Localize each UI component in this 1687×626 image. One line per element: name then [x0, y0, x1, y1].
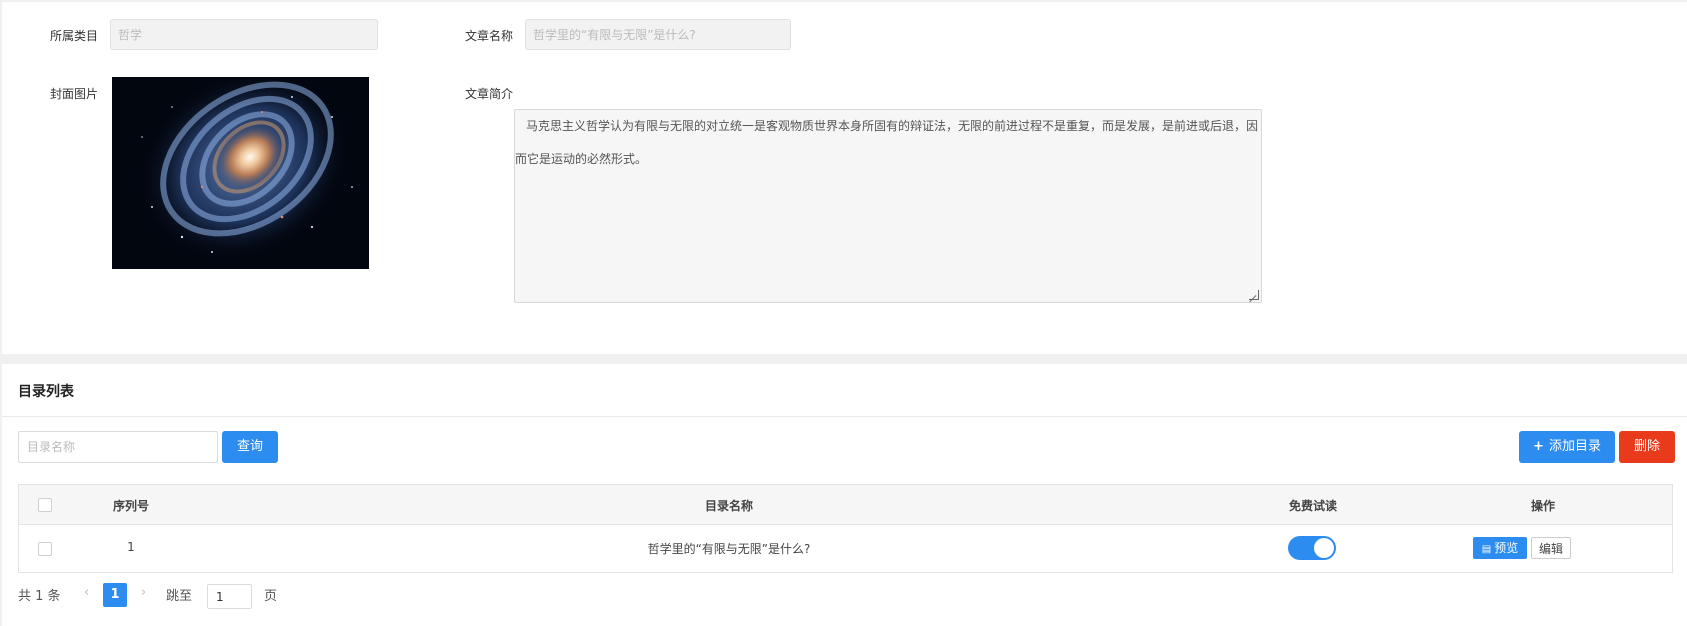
catalog-panel: 目录列表 查询 + 添加目录 删除 序列号 目录名称 免费试读 操作 1 哲学里的… [2, 364, 1687, 626]
document-icon: ▤ [1481, 544, 1492, 555]
free-trial-toggle[interactable] [1288, 536, 1336, 560]
select-all-checkbox[interactable] [38, 498, 52, 512]
category-label: 所属类目 [50, 29, 99, 43]
table-header: 序列号 目录名称 免费试读 操作 [19, 485, 1672, 525]
divider [2, 416, 1687, 417]
preview-button[interactable]: ▤ 预览 [1473, 537, 1527, 559]
plus-icon: + [1533, 439, 1544, 454]
column-name: 目录名称 [704, 499, 753, 513]
column-seq: 序列号 [112, 499, 149, 513]
row-name: 哲学里的“有限与无限”是什么? [647, 542, 811, 556]
title-label: 文章名称 [465, 29, 514, 43]
jump-label: 跳至 [166, 589, 193, 604]
prev-page-icon[interactable]: ‹ [84, 585, 89, 600]
column-actions: 操作 [1530, 499, 1555, 513]
intro-text: 马克思主义哲学认为有限与无限的对立统一是客观物质世界本身所固有的辩证法，无限的前… [515, 119, 1259, 166]
title-field[interactable] [525, 19, 791, 50]
next-page-icon[interactable]: › [141, 585, 146, 600]
delete-button[interactable]: 删除 [1619, 431, 1675, 463]
cover-label: 封面图片 [50, 87, 99, 101]
jump-page-input[interactable] [207, 584, 252, 609]
query-button[interactable]: 查询 [222, 431, 278, 463]
intro-textarea[interactable]: 马克思主义哲学认为有限与无限的对立统一是客观物质世界本身所固有的辩证法，无限的前… [514, 109, 1262, 303]
category-field[interactable] [110, 19, 378, 50]
edit-button[interactable]: 编辑 [1531, 537, 1571, 559]
total-count: 共 1 条 [18, 589, 61, 604]
add-catalog-button[interactable]: + 添加目录 [1519, 431, 1615, 463]
row-seq: 1 [127, 540, 135, 554]
galaxy-image [112, 77, 369, 269]
preview-label: 预览 [1494, 541, 1519, 555]
article-form-panel: 所属类目 文章名称 封面图片 [2, 2, 1687, 354]
page-suffix: 页 [264, 589, 278, 604]
cover-image[interactable] [112, 77, 369, 269]
catalog-table: 序列号 目录名称 免费试读 操作 1 哲学里的“有限与无限”是什么? ▤ 预览 编… [18, 484, 1673, 573]
resize-handle-icon[interactable] [1249, 290, 1259, 300]
row-checkbox[interactable] [38, 542, 52, 556]
add-catalog-label: 添加目录 [1548, 439, 1601, 454]
catalog-search-input[interactable] [18, 431, 218, 463]
toggle-knob [1314, 538, 1334, 558]
intro-label: 文章简介 [465, 87, 514, 101]
catalog-section-title: 目录列表 [18, 384, 74, 400]
column-free-trial: 免费试读 [1288, 499, 1337, 513]
page-1-button[interactable]: 1 [103, 583, 127, 607]
